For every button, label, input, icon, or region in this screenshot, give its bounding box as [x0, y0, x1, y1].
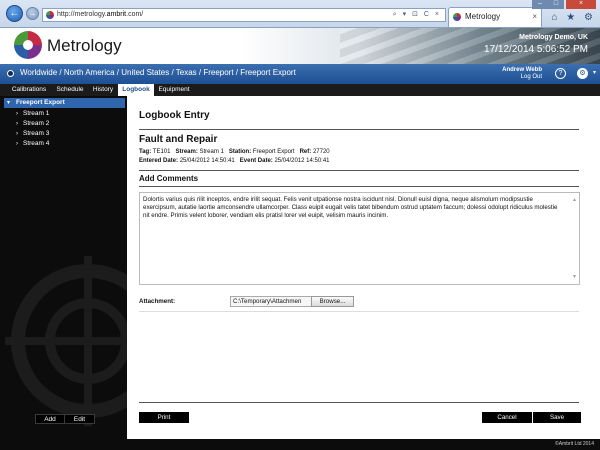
add-button[interactable]: Add [35, 414, 65, 424]
event-date-label: Event Date: [239, 158, 273, 164]
user-name: Andrew Webb [502, 67, 542, 73]
save-button[interactable]: Save [533, 412, 581, 423]
footer: ©Ambrit Ltd 2014 [0, 439, 600, 450]
tree-root-freeport-export[interactable]: ▾ Freeport Export [4, 98, 125, 108]
tab-schedule[interactable]: Schedule [53, 84, 87, 96]
browser-chrome: ← → http://metrology.ambrit.com/ ⌕ ▾ ⊡ C… [0, 0, 600, 28]
maximize-button[interactable]: □ [548, 0, 564, 9]
favicon-icon [46, 11, 54, 19]
url-prefix: http://metrology. [57, 11, 107, 18]
divider [139, 311, 579, 312]
back-button[interactable]: ← [6, 5, 23, 22]
attachment-input[interactable]: C:\Temporary\Attachmen [230, 296, 312, 307]
entry-meta-row-2: Entered Date: 25/04/2012 14:50:41 Event … [139, 158, 330, 164]
location-dot-icon[interactable] [7, 70, 14, 77]
entered-date-value: 25/04/2012 14:50:41 [179, 158, 235, 164]
divider [139, 402, 579, 403]
scroll-up-icon[interactable]: ▲ [572, 196, 577, 204]
tab-close-icon[interactable]: × [532, 8, 537, 26]
tree-root-label: Freeport Export [16, 99, 65, 106]
browser-tab-title: Metrology [465, 12, 501, 21]
sidebar: ▾ Freeport Export › Stream 1 › Stream 2 … [0, 96, 127, 439]
page-title: Logbook Entry [139, 110, 210, 121]
forward-arrow-icon: → [28, 9, 37, 18]
ref-value: 27720 [312, 149, 330, 155]
print-button[interactable]: Print [139, 412, 189, 423]
browser-tool-icons[interactable]: ⌂ ★ ⚙ [551, 12, 596, 23]
tree-item-label: Stream 4 [23, 140, 50, 147]
tree-item-stream-2[interactable]: › Stream 2 [16, 119, 116, 129]
tag-label: Tag: [139, 149, 152, 155]
tab-calibrations[interactable]: Calibrations [8, 84, 50, 96]
chevron-right-icon[interactable]: › [16, 109, 18, 119]
site-name: Metrology Demo, UK [519, 34, 588, 41]
logo-text: Metrology [47, 36, 122, 55]
tree-expand-icon[interactable]: ▾ [7, 98, 10, 108]
chevron-right-icon[interactable]: › [16, 139, 18, 149]
browse-button[interactable]: Browse... [311, 296, 354, 307]
cancel-button[interactable]: Cancel [482, 412, 532, 423]
entered-date-label: Entered Date: [139, 158, 179, 164]
comments-text: Dolortis varius quis rilit inceptos, end… [143, 196, 558, 219]
tree-item-stream-3[interactable]: › Stream 3 [16, 129, 116, 139]
station-label: Station: [228, 149, 252, 155]
url-host: ambrit [106, 11, 127, 18]
copyright: ©Ambrit Ltd 2014 [555, 441, 594, 447]
chevron-down-icon[interactable]: ▾ [593, 69, 596, 76]
address-tools-icons[interactable]: ⌕ ▾ ⊡ C × [393, 9, 441, 21]
tree-item-label: Stream 3 [23, 130, 50, 137]
tag-value: TE101 [152, 149, 171, 155]
minimize-button[interactable]: – [532, 0, 548, 9]
gear-icon[interactable]: ⚙ [577, 68, 588, 79]
divider [139, 186, 579, 187]
stream-value: Stream 1 [199, 149, 224, 155]
main-tabs: Calibrations Schedule History Logbook Eq… [0, 84, 600, 96]
chevron-right-icon[interactable]: › [16, 119, 18, 129]
breadcrumb[interactable]: Worldwide / North America / United State… [20, 68, 296, 77]
tab-favicon-icon [453, 13, 461, 21]
chevron-right-icon[interactable]: › [16, 129, 18, 139]
edit-button[interactable]: Edit [64, 414, 95, 424]
forward-button[interactable]: → [26, 7, 39, 20]
tree-item-stream-4[interactable]: › Stream 4 [16, 139, 116, 149]
comments-heading: Add Comments [139, 174, 199, 183]
back-arrow-icon: ← [9, 8, 20, 19]
entry-title: Fault and Repair [139, 134, 218, 145]
comments-textarea[interactable]: Dolortis varius quis rilit inceptos, end… [139, 192, 580, 285]
entry-meta-row-1: Tag: TE101 Stream: Stream 1 Station: Fre… [139, 149, 330, 155]
scroll-down-icon[interactable]: ▼ [572, 273, 577, 281]
address-bar[interactable]: http://metrology.ambrit.com/ ⌕ ▾ ⊡ C × [42, 8, 446, 22]
logout-link[interactable]: Log Out [521, 74, 542, 80]
tab-logbook[interactable]: Logbook [118, 84, 154, 96]
tree-item-stream-1[interactable]: › Stream 1 [16, 109, 116, 119]
tree-item-label: Stream 1 [23, 110, 50, 117]
browser-tab[interactable]: Metrology × [448, 7, 542, 27]
help-icon[interactable]: ? [555, 68, 566, 79]
tab-history[interactable]: History [89, 84, 117, 96]
event-date-value: 25/04/2012 14:50:41 [274, 158, 330, 164]
stream-label: Stream: [175, 149, 198, 155]
breadcrumb-bar: Worldwide / North America / United State… [0, 64, 600, 84]
site-datetime: 17/12/2014 5:06:52 PM [484, 44, 588, 55]
attachment-label: Attachment: [139, 298, 176, 305]
station-value: Freeport Export [252, 149, 295, 155]
ref-label: Ref: [299, 149, 312, 155]
window-close-button[interactable]: × [566, 0, 596, 9]
tree-item-label: Stream 2 [23, 120, 50, 127]
app-header: Metrology Metrology Demo, UK 17/12/2014 … [0, 28, 600, 64]
url-suffix: .com/ [126, 11, 144, 18]
metrology-logo-icon [14, 31, 42, 59]
logbook-entry-panel: Logbook Entry Fault and Repair Tag: TE10… [127, 96, 600, 439]
divider [139, 170, 579, 171]
tab-equipment[interactable]: Equipment [155, 84, 193, 96]
divider [139, 129, 579, 130]
